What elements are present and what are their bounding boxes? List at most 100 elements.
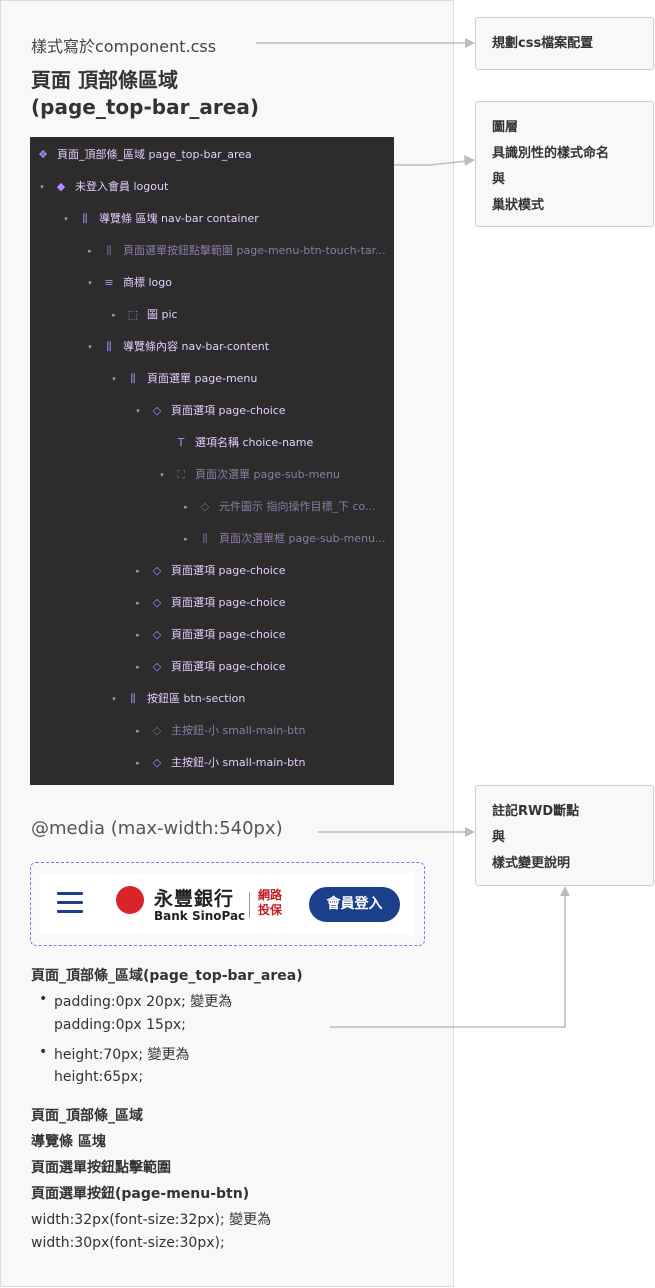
layer-label: 主按鈕-小 small-main-btn (171, 756, 306, 769)
mobile-top-bar-preview: 永豐銀行 Bank SinoPac 網路 投保 會員登入 (40, 873, 414, 935)
arrowhead-icon (465, 827, 475, 837)
note-box-rwd: 註記RWD斷點 與 樣式變更說明 (475, 785, 654, 886)
expand-caret-icon[interactable]: ▾ (134, 395, 142, 427)
layer-label: 頁面選項 page-choice (171, 660, 286, 673)
member-login-button[interactable]: 會員登入 (309, 887, 400, 922)
expand-caret-icon[interactable]: ▾ (158, 459, 166, 491)
instance-outline-icon: ◇ (152, 724, 162, 737)
layer-label: 頁面選項 page-choice (171, 404, 286, 417)
brand-name-chinese: 永豐銀行 (154, 888, 235, 910)
layer-row[interactable]: T 選項名稱 choice-name (30, 427, 394, 459)
expand-caret-icon[interactable]: ▾ (62, 203, 70, 235)
layer-label: 按鈕區 btn-section (147, 692, 246, 705)
expand-caret-icon[interactable]: ▾ (110, 363, 118, 395)
layer-row[interactable]: ▸ ⬚ 圖 pic (30, 299, 394, 331)
layer-label: 頁面選項 page-choice (171, 628, 286, 641)
note-padding-change: padding:0px 20px; 變更為 (54, 994, 233, 1010)
layer-row[interactable]: ▸ ◇ 頁面選項 page-choice (30, 587, 394, 619)
note-width-change: width:32px(font-size:32px); 變更為 (31, 1212, 272, 1228)
expand-caret-icon[interactable]: ▾ (86, 331, 94, 363)
layer-row[interactable]: ❖ 頁面_頂部條_區域 page_top-bar_area (30, 139, 394, 171)
bullet-dot: • (39, 1044, 48, 1060)
instance-outline-icon: ◇ (152, 404, 162, 417)
layer-row[interactable]: ▸ ◇ 頁面選項 page-choice (30, 555, 394, 587)
component-icon: ❖ (38, 148, 48, 161)
brand-subtitle-line2: 投保 (258, 903, 283, 917)
layer-row[interactable]: ▾ ⫼ 頁面選單 page-menu (30, 363, 394, 395)
note-box-text: 規劃css檔案配置 (492, 36, 594, 51)
layer-row[interactable]: ▸ ◇ 主按鈕-小 small-main-btn (30, 715, 394, 747)
layer-label: 選項名稱 choice-name (195, 436, 314, 449)
auto-layout-icon: ⫼ (130, 372, 136, 385)
layer-label: 導覽條 區塊 nav-bar container (99, 212, 259, 225)
collapse-caret-icon[interactable]: ▸ (182, 491, 190, 523)
path-top-bar: 頁面_頂部條_區域 (31, 1108, 143, 1124)
instance-outline-icon: ◇ (152, 564, 162, 577)
collapse-caret-icon[interactable]: ▸ (134, 555, 142, 587)
layer-row[interactable]: ▸ ⫼ 頁面次選單框 page-sub-menu... (30, 523, 394, 555)
logo-divider (249, 892, 250, 918)
sinopac-logo-icon (116, 886, 144, 914)
auto-layout-icon: ⫼ (202, 532, 208, 545)
note-box-line: 與 (492, 172, 506, 187)
arrowhead-icon (465, 38, 475, 48)
layer-row[interactable]: ▸ ◇ 頁面選項 page-choice (30, 619, 394, 651)
auto-layout-icon: ⫼ (106, 340, 112, 353)
layer-label: 頁面選單 page-menu (147, 372, 258, 385)
layers-panel: ❖ 頁面_頂部條_區域 page_top-bar_area ▾ ◆ 未登入會員 logo… (30, 137, 394, 785)
text-layer-icon: T (177, 436, 185, 449)
layer-label: 頁面次選單框 page-sub-menu... (219, 532, 386, 545)
note-box-layer-naming: 圖層 具識別性的樣式命名 與 巢狀模式 (475, 101, 654, 227)
expand-caret-icon[interactable]: ▾ (38, 171, 46, 203)
arrowhead-icon (464, 155, 475, 166)
collapse-caret-icon[interactable]: ▸ (134, 715, 142, 747)
layer-row[interactable]: ▾ ⛶ 頁面次選單 page-sub-menu (30, 459, 394, 491)
layer-label: 主按鈕-小 small-main-btn (171, 724, 306, 737)
layer-row[interactable]: ▸ ◇ 主按鈕-小 small-main-btn (30, 747, 394, 779)
note-padding-new: padding:0px 15px; (54, 1017, 186, 1033)
instance-outline-icon: ◇ (152, 596, 162, 609)
hamburger-menu-icon[interactable] (57, 892, 83, 914)
layer-row[interactable]: ▾ ⫼ 導覽條內容 nav-bar-content (30, 331, 394, 363)
layer-label: 商標 logo (123, 276, 172, 289)
collapse-caret-icon[interactable]: ▸ (182, 523, 190, 555)
bullet-dot: • (39, 991, 48, 1007)
layer-row[interactable]: ▾ ◇ 頁面選項 page-choice (30, 395, 394, 427)
collapse-caret-icon[interactable]: ▸ (134, 651, 142, 683)
collapse-caret-icon[interactable]: ▸ (86, 235, 94, 267)
collapse-caret-icon[interactable]: ▸ (134, 747, 142, 779)
layer-row[interactable]: ▾ ≡ 商標 logo (30, 267, 394, 299)
frame-icon: ⬚ (127, 308, 139, 321)
path-nav-bar: 導覽條 區塊 (31, 1134, 106, 1150)
collapse-caret-icon[interactable]: ▸ (134, 619, 142, 651)
layer-row[interactable]: ▸ ⫼ 頁面選單按鈕點擊範圍 page-menu-btn-touch-tar... (30, 235, 394, 267)
note-width-new: width:30px(font-size:30px); (31, 1235, 225, 1251)
layer-row[interactable]: ▸ ◇ 元件圖示 指向操作目標_下 co... (30, 491, 394, 523)
layer-label: 導覽條內容 nav-bar-content (123, 340, 270, 353)
layer-label: 未登入會員 logout (75, 180, 169, 193)
path-menu-touch-area: 頁面選單按鈕點擊範圍 (31, 1160, 171, 1176)
media-query-label: @media (max-width:540px) (31, 818, 283, 839)
brand-subtitle: 網路 投保 (258, 888, 284, 918)
layer-label: 頁面選單按鈕點擊範圍 page-menu-btn-touch-tar... (123, 244, 386, 257)
layer-row[interactable]: ▾ ⫼ 導覽條 區塊 nav-bar container (30, 203, 394, 235)
auto-layout-icon: ⫼ (106, 244, 112, 257)
collapse-caret-icon[interactable]: ▸ (110, 299, 118, 331)
note-box-line: 註記RWD斷點 (492, 804, 580, 819)
note-box-line: 圖層 (492, 120, 519, 135)
note-box-line: 巢狀模式 (492, 198, 545, 213)
layer-label: 頁面選項 page-choice (171, 596, 286, 609)
page-title-class: (page_top-bar_area) (31, 95, 259, 119)
collapse-caret-icon[interactable]: ▸ (134, 587, 142, 619)
expand-caret-icon[interactable]: ▾ (86, 267, 94, 299)
arrowhead-icon (560, 886, 570, 896)
instance-outline-icon: ◇ (152, 756, 162, 769)
note-height-new: height:65px; (54, 1069, 144, 1085)
expand-caret-icon[interactable]: ▾ (110, 683, 118, 715)
layer-row[interactable]: ▾ ⫼ 按鈕區 btn-section (30, 683, 394, 715)
note-height-change: height:70px; 變更為 (54, 1047, 190, 1063)
layer-row[interactable]: ▸ ◇ 頁面選項 page-choice (30, 651, 394, 683)
auto-layout-icon: ⫼ (130, 692, 136, 705)
layer-row[interactable]: ▾ ◆ 未登入會員 logout (30, 171, 394, 203)
layer-label: 頁面_頂部條_區域 page_top-bar_area (57, 148, 252, 161)
